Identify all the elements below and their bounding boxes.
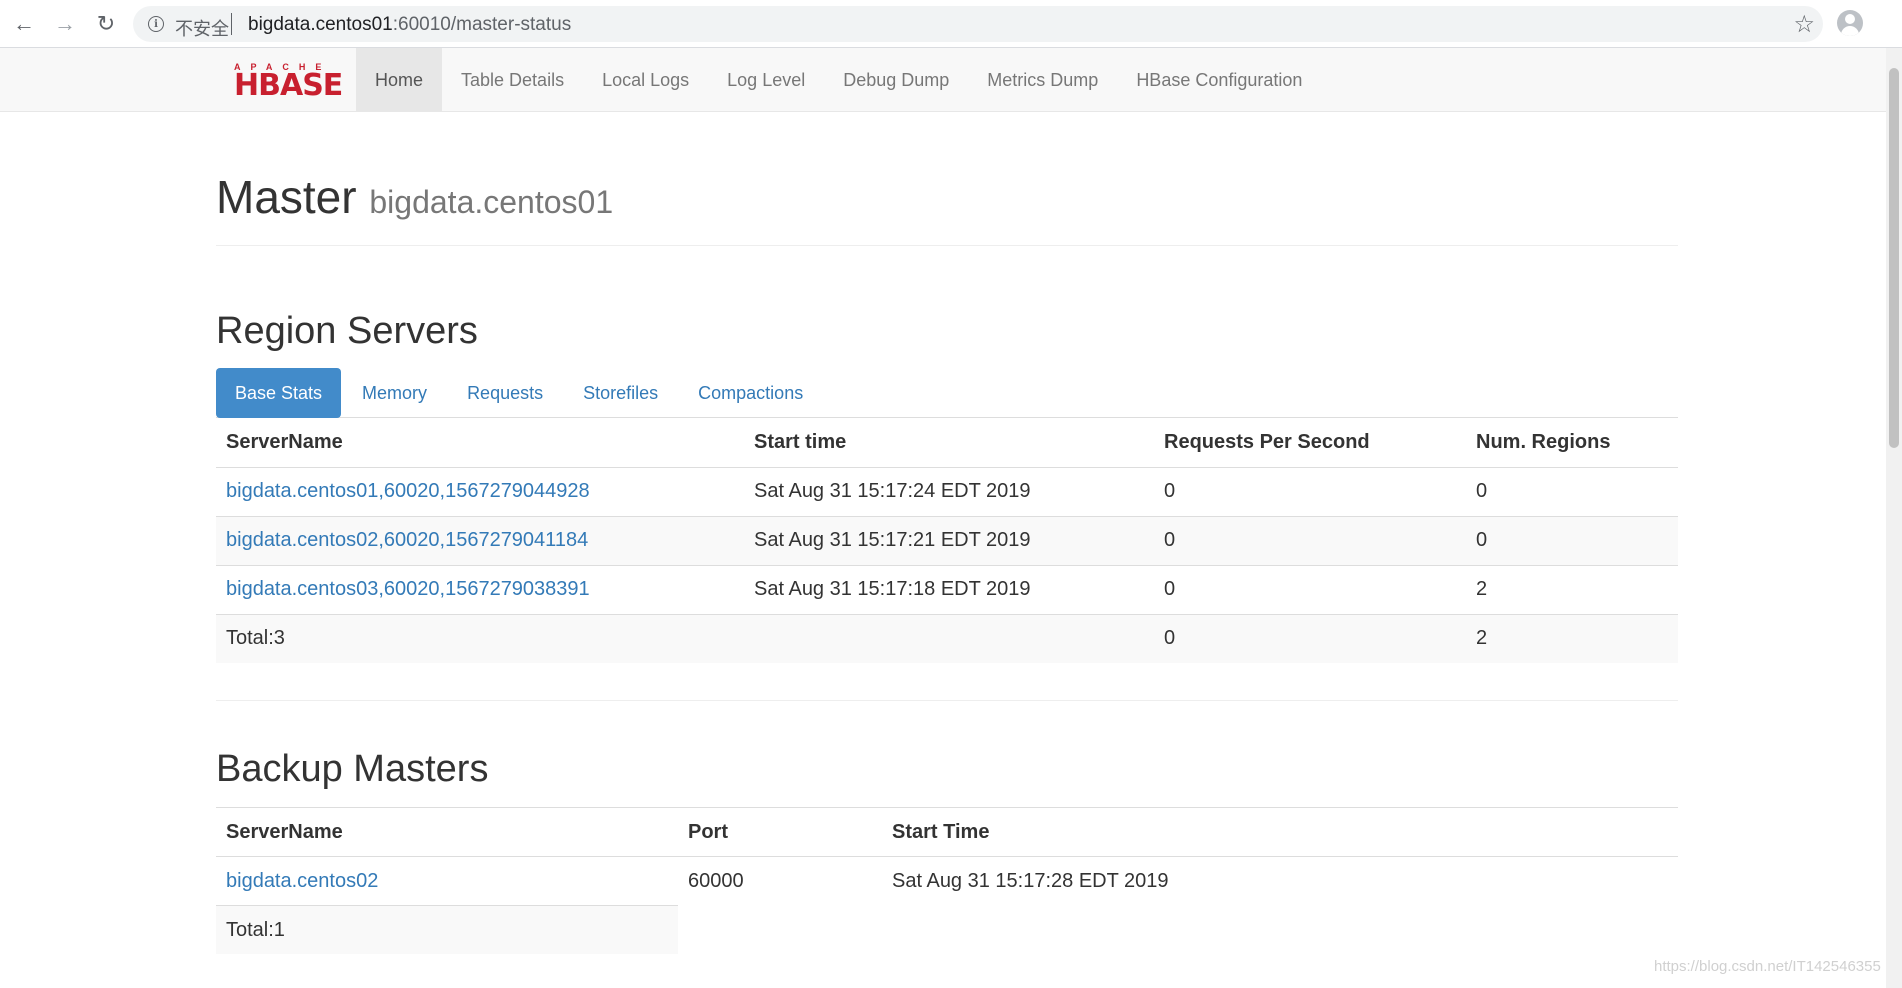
regions-cell: 2 xyxy=(1466,564,1678,614)
total-regions: 2 xyxy=(1466,613,1678,663)
tab-memory[interactable]: Memory xyxy=(343,368,446,418)
nav-item-table-details[interactable]: Table Details xyxy=(442,48,583,112)
url-text[interactable]: bigdata.centos01:60010/master-status xyxy=(248,14,571,36)
requests-cell: 0 xyxy=(1154,466,1466,516)
page-title-text: Master xyxy=(216,171,357,223)
table-row: bigdata.centos02 60000 Sat Aug 31 15:17:… xyxy=(216,856,1678,906)
nav-item-debug-dump[interactable]: Debug Dump xyxy=(824,48,968,112)
total-requests: 0 xyxy=(1154,613,1466,663)
server-link[interactable]: bigdata.centos02 xyxy=(226,870,378,892)
nav-item-metrics-dump[interactable]: Metrics Dump xyxy=(968,48,1117,112)
info-icon[interactable]: i xyxy=(148,16,164,32)
tab-base-stats[interactable]: Base Stats xyxy=(216,368,342,418)
server-name-cell: bigdata.centos02 xyxy=(216,856,678,906)
scrollbar-thumb[interactable] xyxy=(1889,68,1899,448)
nav-item-log-level[interactable]: Log Level xyxy=(708,48,824,112)
url-separator xyxy=(231,13,232,35)
table-row: bigdata.centos03,60020,1567279038391 Sat… xyxy=(216,564,1678,614)
column-header: Start Time xyxy=(882,807,1678,857)
page-subtitle: bigdata.centos01 xyxy=(369,184,614,220)
url-path: :60010/master-status xyxy=(392,14,572,35)
logo-hbase-text: HBASE xyxy=(234,68,343,103)
tab-requests[interactable]: Requests xyxy=(448,368,562,418)
column-header: ServerName xyxy=(216,807,678,857)
total-label: Total:3 xyxy=(216,613,744,663)
start-time-cell: Sat Aug 31 15:17:28 EDT 2019 xyxy=(882,856,1678,906)
page-scrollbar[interactable] xyxy=(1886,48,1902,988)
section-divider xyxy=(216,700,1678,701)
total-row: Total:1 xyxy=(216,905,678,954)
table-row: bigdata.centos02,60020,1567279041184 Sat… xyxy=(216,515,1678,565)
region-servers-table: ServerName Start time Requests Per Secon… xyxy=(216,418,1678,663)
region-servers-tabs: Base Stats Memory Requests Storefiles Co… xyxy=(216,368,1678,418)
server-name-cell: bigdata.centos01,60020,1567279044928 xyxy=(216,466,744,516)
start-time-cell: Sat Aug 31 15:17:24 EDT 2019 xyxy=(744,466,1154,516)
total-empty-cell xyxy=(744,613,1154,663)
arrow-left-icon[interactable]: ← xyxy=(10,10,38,38)
server-name-cell: bigdata.centos02,60020,1567279041184 xyxy=(216,515,744,565)
region-servers-title: Region Servers xyxy=(216,310,478,352)
server-link[interactable]: bigdata.centos01,60020,1567279044928 xyxy=(226,480,590,502)
backup-masters-title: Backup Masters xyxy=(216,748,489,790)
server-link[interactable]: bigdata.centos02,60020,1567279041184 xyxy=(226,529,588,551)
app-navbar: APACHE HBASE Home Table Details Local Lo… xyxy=(0,48,1886,112)
nav-item-hbase-configuration[interactable]: HBase Configuration xyxy=(1117,48,1321,112)
address-bar[interactable]: i 不安全 bigdata.centos01:60010/master-stat… xyxy=(133,6,1823,42)
page-title: Master bigdata.centos01 xyxy=(216,170,1678,224)
page-header: Master bigdata.centos01 xyxy=(216,170,1678,246)
total-row: Total:3 0 2 xyxy=(216,613,1678,663)
server-link[interactable]: bigdata.centos03,60020,1567279038391 xyxy=(226,578,590,600)
start-time-cell: Sat Aug 31 15:17:21 EDT 2019 xyxy=(744,515,1154,565)
column-header: Num. Regions xyxy=(1476,430,1611,453)
requests-cell: 0 xyxy=(1154,564,1466,614)
nav-menu: Home Table Details Local Logs Log Level … xyxy=(356,48,1321,112)
nav-item-home[interactable]: Home xyxy=(356,48,443,112)
table-row: bigdata.centos01,60020,1567279044928 Sat… xyxy=(216,466,1678,516)
regions-cell: 0 xyxy=(1466,466,1678,516)
table-header-row: ServerName Start time Requests Per Secon… xyxy=(216,418,1678,467)
security-label: 不安全 xyxy=(175,19,229,39)
requests-cell: 0 xyxy=(1154,515,1466,565)
hbase-logo[interactable]: APACHE HBASE xyxy=(234,62,343,103)
start-time-cell: Sat Aug 31 15:17:18 EDT 2019 xyxy=(744,564,1154,614)
backup-masters-table: ServerName Port Start Time bigdata.cento… xyxy=(216,807,1678,906)
watermark-text: https://blog.csdn.net/IT142546355 xyxy=(1654,958,1881,975)
tab-compactions[interactable]: Compactions xyxy=(679,368,822,418)
column-header: ServerName xyxy=(226,430,343,453)
column-header: Start time xyxy=(754,430,847,453)
table-header-row: ServerName Port Start Time xyxy=(216,807,1678,857)
column-header: Requests Per Second xyxy=(1164,430,1370,453)
regions-cell: 0 xyxy=(1466,515,1678,565)
server-name-cell: bigdata.centos03,60020,1567279038391 xyxy=(216,564,744,614)
url-host: bigdata.centos01 xyxy=(248,14,393,35)
nav-item-local-logs[interactable]: Local Logs xyxy=(583,48,708,112)
port-cell: 60000 xyxy=(678,856,882,906)
column-header: Port xyxy=(678,807,882,857)
reload-icon[interactable]: ↻ xyxy=(92,10,120,38)
star-icon[interactable]: ☆ xyxy=(1793,10,1815,39)
tab-storefiles[interactable]: Storefiles xyxy=(564,368,677,418)
avatar-icon[interactable] xyxy=(1837,10,1863,36)
browser-toolbar: ← → ↻ i 不安全 bigdata.centos01:60010/maste… xyxy=(0,0,1902,48)
arrow-right-icon[interactable]: → xyxy=(51,10,79,38)
